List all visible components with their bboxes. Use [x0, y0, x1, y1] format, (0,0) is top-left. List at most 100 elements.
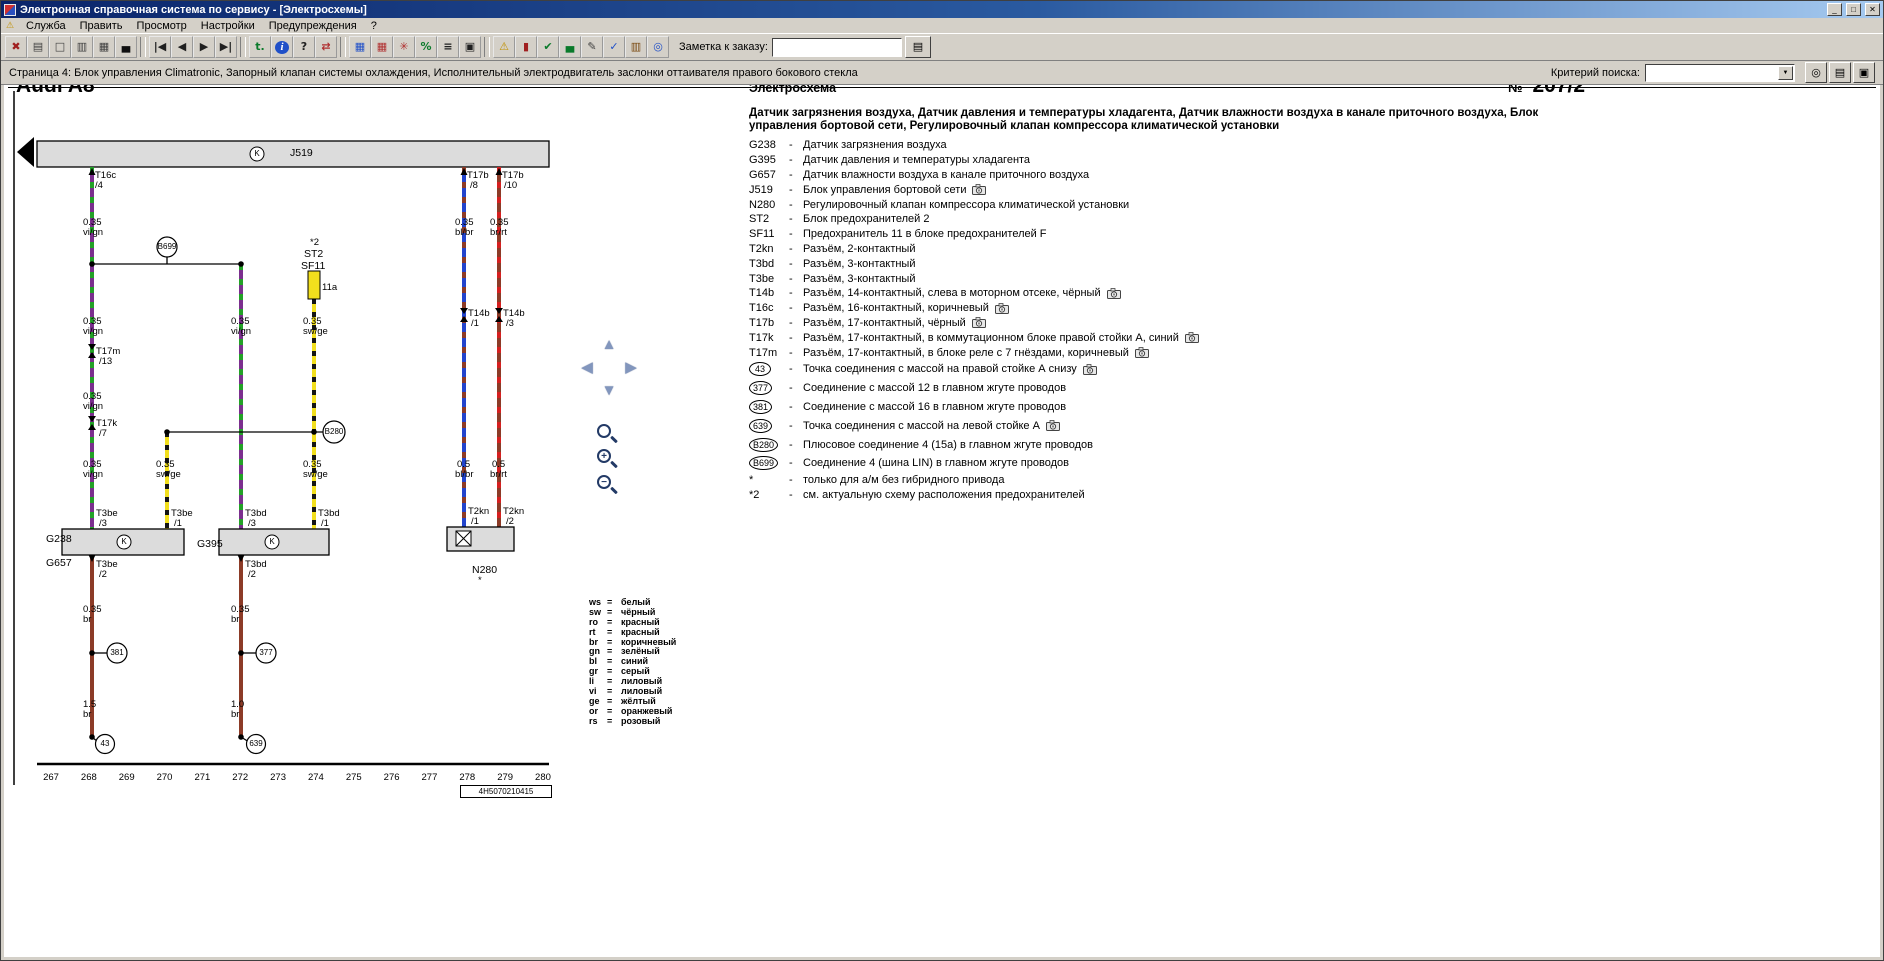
legend-item: T14b - Разъём, 14-контактный, слева в мо…	[749, 286, 1571, 301]
toolbar: ✖▤□▥▦▄ |◀◀▶▶| t.i?⇄ ▦▦✳%≡▣ ⚠▮✔▄✎✓▥◎ Заме…	[1, 33, 1883, 61]
child-window-icon[interactable]: ⚠	[3, 19, 17, 32]
toolbar-button-icon: ▮	[519, 40, 533, 54]
toolbar-button-icon: ▤	[31, 40, 45, 54]
camera-icon[interactable]	[1046, 420, 1060, 431]
diagram-label: bl/br	[455, 470, 473, 480]
pan-up-button[interactable]: ▲	[598, 335, 620, 355]
maximize-button[interactable]: □	[1846, 3, 1861, 16]
vehicle-button[interactable]: ▄	[115, 36, 137, 58]
measurement-button[interactable]: %	[415, 36, 437, 58]
menu-item[interactable]: Просмотр	[130, 19, 194, 33]
diagram-label: /7	[99, 429, 107, 439]
info-button[interactable]: i	[271, 36, 293, 58]
grid-button[interactable]: ▦	[371, 36, 393, 58]
list-button[interactable]: ≡	[437, 36, 459, 58]
camera-icon[interactable]	[1107, 288, 1121, 299]
camera-icon[interactable]	[1083, 364, 1097, 375]
legend-code: G395	[749, 154, 776, 166]
app-icon[interactable]	[4, 4, 16, 16]
vehicle-data-button[interactable]: ▄	[559, 36, 581, 58]
order-note-input[interactable]	[772, 38, 902, 57]
menu-item[interactable]: Предупреждения	[262, 19, 364, 33]
library-button[interactable]: ▥	[625, 36, 647, 58]
track-number: 275	[344, 772, 364, 783]
order-note-button[interactable]: ▤	[905, 36, 931, 58]
legend-code: SF11	[749, 228, 774, 240]
magnifier-icon: −	[597, 475, 611, 489]
print-button[interactable]: ▤	[27, 36, 49, 58]
camera-icon[interactable]	[1185, 332, 1199, 343]
legend-text: Разъём, 17-контактный, в блоке реле с 7 …	[803, 347, 1129, 359]
toolbar-button-icon: |◀	[153, 40, 167, 54]
menu-item[interactable]: Служба	[19, 19, 73, 33]
pan-left-button[interactable]: ◀	[576, 358, 598, 378]
camera-icon[interactable]	[1135, 347, 1149, 358]
track-number: 280	[533, 772, 553, 783]
toolbar-button-icon: ▄	[119, 40, 133, 54]
toolbar-separator	[240, 37, 246, 57]
service-check-button[interactable]: ✔	[537, 36, 559, 58]
copy-document-button[interactable]: ▦	[93, 36, 115, 58]
legend-code: T17m	[749, 347, 777, 359]
zoom-in-button[interactable]: +	[596, 448, 620, 472]
schematic-geometry	[4, 85, 604, 805]
combo-dropdown-arrow[interactable]: ▼	[1778, 66, 1793, 80]
new-document-button[interactable]: □	[49, 36, 71, 58]
legend-text: Разъём, 17-контактный, в коммутационном …	[803, 332, 1179, 344]
toolbar-button-icon: ▄	[563, 40, 577, 54]
magnifier-handle	[610, 486, 618, 494]
find-doc-button[interactable]: ▤	[1829, 62, 1851, 83]
nav-next-button[interactable]: ▶	[193, 36, 215, 58]
pan-right-button[interactable]: ▶	[620, 358, 642, 378]
camera-icon[interactable]	[972, 184, 986, 195]
toolbar-button-icon: ▣	[463, 40, 477, 54]
camera-icon[interactable]	[972, 317, 986, 328]
nav-first-button[interactable]: |◀	[149, 36, 171, 58]
legend-code: T2kn	[749, 243, 773, 255]
find-button[interactable]: ◎	[1805, 62, 1827, 83]
diagram-label: /1	[174, 519, 182, 529]
exit-button[interactable]: ✖	[5, 36, 27, 58]
menu-item[interactable]: ?	[364, 19, 384, 33]
toolbar-button-icon: ▶|	[219, 40, 233, 54]
help-button[interactable]: ?	[293, 36, 315, 58]
diagram-label: br	[231, 710, 239, 720]
warnings-button[interactable]: ⚠	[493, 36, 515, 58]
search-criteria-combobox[interactable]: ▼	[1645, 64, 1795, 82]
legend-code: 639	[749, 419, 772, 433]
legend-item: T17k - Разъём, 17-контактный, в коммутац…	[749, 330, 1571, 345]
legend-text: только для а/м без гибридного привода	[803, 474, 1004, 486]
zoom-default-button[interactable]	[596, 423, 620, 447]
diagram-label: J519	[290, 148, 313, 158]
diagram-label: B280	[325, 428, 344, 436]
checklist-button[interactable]: ✓	[603, 36, 625, 58]
legend-item: G238 - Датчик загрязнения воздуха	[749, 138, 1571, 153]
manuals-button[interactable]: ▮	[515, 36, 537, 58]
diagram-label: br	[83, 615, 91, 625]
open-document-button[interactable]: ▥	[71, 36, 93, 58]
content-area: Audi A8 Электросхема № 207/2	[4, 85, 1880, 957]
toolbar-separator	[140, 37, 146, 57]
edit-note-button[interactable]: ✎	[581, 36, 603, 58]
menu-item[interactable]: Править	[73, 19, 130, 33]
settings-button[interactable]: ▣	[1853, 62, 1875, 83]
window-layout-button[interactable]: ▣	[459, 36, 481, 58]
components-table-button[interactable]: ▦	[349, 36, 371, 58]
menu-item[interactable]: Настройки	[194, 19, 262, 33]
close-button[interactable]: ✕	[1865, 3, 1880, 16]
gear-button[interactable]: ✳	[393, 36, 415, 58]
nav-last-button[interactable]: ▶|	[215, 36, 237, 58]
technical-data-button[interactable]: t.	[249, 36, 271, 58]
track-scale: 2672682692702712722732742752762772782792…	[41, 772, 553, 783]
nav-prev-button[interactable]: ◀	[171, 36, 193, 58]
title-bar: Электронная справочная система по сервис…	[1, 1, 1883, 18]
data-disc-button[interactable]: ◎	[647, 36, 669, 58]
compare-button[interactable]: ⇄	[315, 36, 337, 58]
diagram-label: br/rt	[490, 228, 507, 238]
zoom-out-button[interactable]: −	[596, 474, 620, 498]
legend-item: N280 - Регулировочный клапан компрессора…	[749, 197, 1571, 212]
minimize-button[interactable]: _	[1827, 3, 1842, 16]
camera-icon[interactable]	[995, 303, 1009, 314]
pan-down-button[interactable]: ▼	[598, 381, 620, 401]
legend-item: J519 - Блок управления бортовой сети	[749, 182, 1571, 197]
